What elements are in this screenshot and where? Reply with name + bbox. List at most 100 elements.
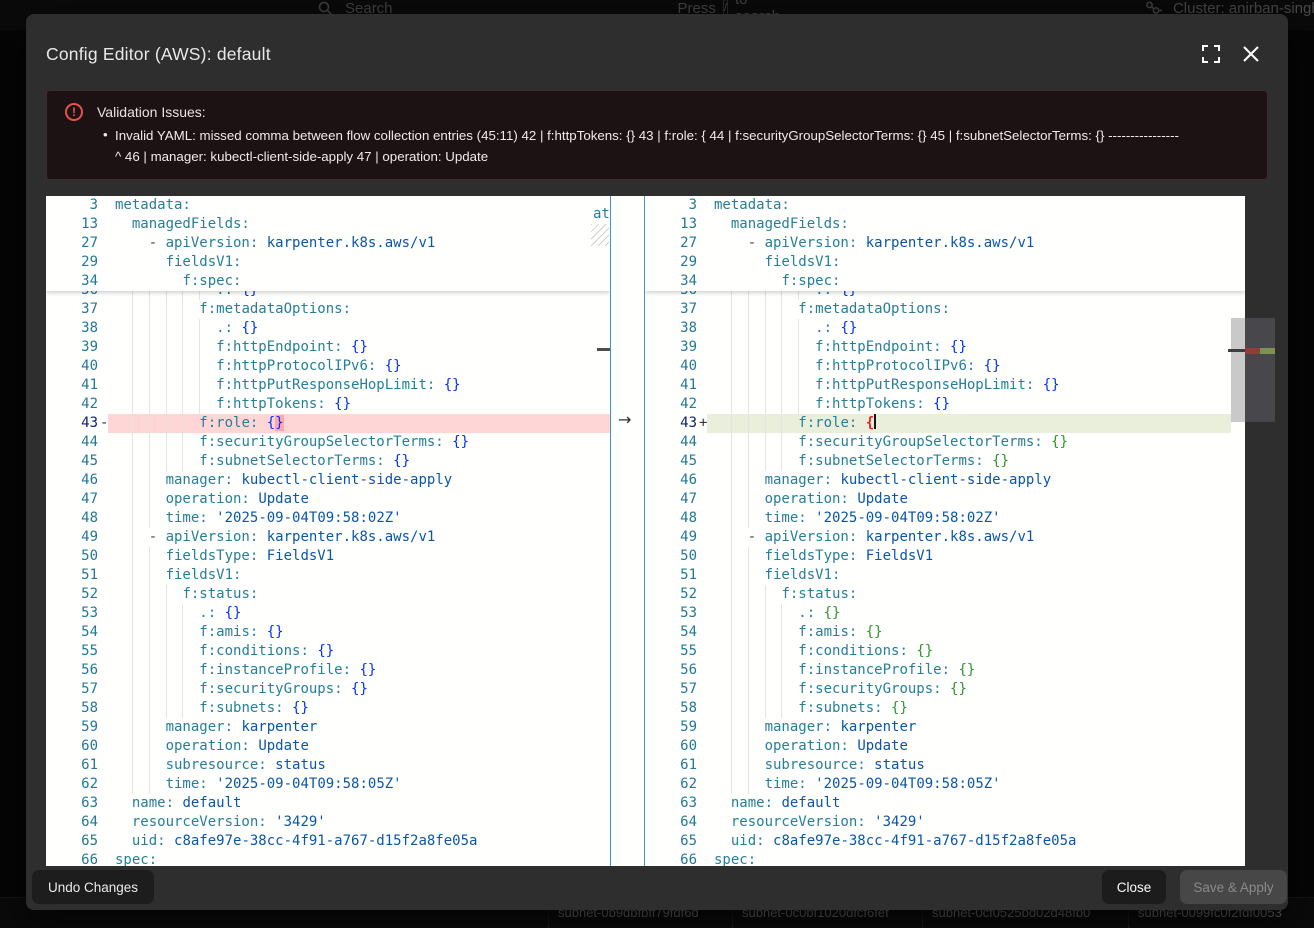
code-line: 47 operation: Update: [46, 490, 610, 509]
code-line: 64 resourceVersion: '3429': [645, 813, 1245, 832]
code-line: 49 - apiVersion: karpenter.k8s.aws/v1: [46, 528, 610, 547]
config-editor-dialog: Config Editor (AWS): default ! Validatio…: [26, 14, 1288, 910]
code-line: 47 operation: Update: [645, 490, 1245, 509]
revert-change-arrow-button[interactable]: →: [618, 410, 631, 429]
code-line: 55 f:conditions: {}: [645, 642, 1245, 661]
diff-editor: 36 .: {}37 f:metadataOptions:38 .: {}39 …: [46, 196, 1275, 866]
fullscreen-icon: [1202, 45, 1220, 63]
code-line: 63 name: default: [46, 794, 610, 813]
sticky-scroll-header: 3metadata:13 managedFields:27 - apiVersi…: [645, 196, 1245, 291]
modified-editor-pane[interactable]: 36 .: {}37 f:metadataOptions:38 .: {}39 …: [645, 196, 1245, 866]
text-cursor: [874, 414, 876, 429]
bullet-marker: •: [103, 127, 108, 142]
fullscreen-button[interactable]: [1198, 41, 1224, 67]
error-icon: !: [65, 103, 83, 121]
code-line: 61 subresource: status: [46, 756, 610, 775]
code-line: 50 fieldsType: FieldsV1: [46, 547, 610, 566]
validation-title: Validation Issues:: [97, 104, 206, 120]
code-line: 53 .: {}: [645, 604, 1245, 623]
code-line: 64 resourceVersion: '3429': [46, 813, 610, 832]
overview-deleted-mark: [597, 348, 610, 351]
code-line: 41 f:httpPutResponseHopLimit: {}: [645, 376, 1245, 395]
code-line: 59 manager: karpenter: [46, 718, 610, 737]
code-line: 56 f:instanceProfile: {}: [645, 661, 1245, 680]
original-editor-pane[interactable]: 36 .: {}37 f:metadataOptions:38 .: {}39 …: [46, 196, 610, 866]
code-line: 58 f:subnets: {}: [645, 699, 1245, 718]
code-line: 44 f:securityGroupSelectorTerms: {}: [645, 433, 1245, 452]
save-apply-button[interactable]: Save & Apply: [1180, 870, 1287, 904]
code-line: 38 .: {}: [645, 319, 1245, 338]
code-line: 49 - apiVersion: karpenter.k8s.aws/v1: [645, 528, 1245, 547]
code-line: 37 f:metadataOptions:: [645, 300, 1245, 319]
sticky-scroll-header: 3metadata:13 managedFields:27 - apiVersi…: [46, 196, 610, 291]
code-line: 42 f:httpTokens: {}: [46, 395, 610, 414]
code-line: 13 managedFields:: [645, 215, 1245, 234]
code-line: 37 f:metadataOptions:: [46, 300, 610, 319]
code-line: 59 manager: karpenter: [645, 718, 1245, 737]
code-line: 27 - apiVersion: karpenter.k8s.aws/v1: [645, 234, 1245, 253]
code-line: 43- f:role: {}: [46, 414, 610, 433]
code-line: 60 operation: Update: [645, 737, 1245, 756]
code-line: 63 name: default: [645, 794, 1245, 813]
code-line: 60 operation: Update: [46, 737, 610, 756]
modified-code-lines: 36 .: {}37 f:metadataOptions:38 .: {}39 …: [645, 281, 1245, 866]
code-line: 40 f:httpProtocolIPv6: {}: [645, 357, 1245, 376]
code-line: 48 time: '2025-09-04T09:58:02Z': [46, 509, 610, 528]
close-icon: [1243, 46, 1259, 62]
overview-deletion-marker: [1245, 348, 1260, 354]
vertical-scrollbar-slider[interactable]: [1231, 318, 1245, 422]
code-line: 57 f:securityGroups: {}: [645, 680, 1245, 699]
close-dialog-button[interactable]: Close: [1102, 870, 1166, 904]
code-line: 57 f:securityGroups: {}: [46, 680, 610, 699]
code-line: 34 f:spec:: [645, 272, 1245, 291]
code-line: 27 - apiVersion: karpenter.k8s.aws/v1: [46, 234, 610, 253]
code-line: 66spec:: [46, 851, 610, 866]
code-line: 54 f:amis: {}: [645, 623, 1245, 642]
code-line: 43+ f:role: {: [645, 414, 1245, 433]
code-line: 44 f:securityGroupSelectorTerms: {}: [46, 433, 610, 452]
code-line: 53 .: {}: [46, 604, 610, 623]
diff-splitter[interactable]: →: [610, 196, 645, 866]
code-line: 55 f:conditions: {}: [46, 642, 610, 661]
code-line: 13 managedFields:: [46, 215, 610, 234]
code-line: 52 f:status:: [645, 585, 1245, 604]
code-line: 39 f:httpEndpoint: {}: [645, 338, 1245, 357]
undo-changes-button[interactable]: Undo Changes: [32, 870, 154, 904]
diff-overview-ruler[interactable]: [1245, 318, 1275, 422]
code-line: 62 time: '2025-09-04T09:58:05Z': [46, 775, 610, 794]
validation-message: Invalid YAML: missed comma between flow …: [115, 125, 1255, 167]
code-line: 3metadata:: [645, 196, 1245, 215]
overview-deleted-mark: [1228, 349, 1245, 352]
code-line: 45 f:subnetSelectorTerms: {}: [645, 452, 1245, 471]
code-line: 29 fieldsV1:: [645, 253, 1245, 272]
validation-banner: ! Validation Issues: • Invalid YAML: mis…: [46, 90, 1268, 180]
code-line: 3metadata:: [46, 196, 610, 215]
code-line: 42 f:httpTokens: {}: [645, 395, 1245, 414]
code-line: 65 uid: c8afe97e-38cc-4f91-a767-d15f2a8f…: [46, 832, 610, 851]
overview-addition-marker: [1260, 348, 1275, 354]
close-button[interactable]: [1238, 41, 1264, 67]
code-line: 40 f:httpProtocolIPv6: {}: [46, 357, 610, 376]
code-line: 65 uid: c8afe97e-38cc-4f91-a767-d15f2a8f…: [645, 832, 1245, 851]
code-line: 58 f:subnets: {}: [46, 699, 610, 718]
code-line: 29 fieldsV1:: [46, 253, 610, 272]
code-line: 46 manager: kubectl-client-side-apply: [46, 471, 610, 490]
code-line: 56 f:instanceProfile: {}: [46, 661, 610, 680]
code-line: 62 time: '2025-09-04T09:58:05Z': [645, 775, 1245, 794]
validation-message-line2: ^ 46 | manager: kubectl-client-side-appl…: [115, 146, 1255, 167]
original-code-lines: 36 .: {}37 f:metadataOptions:38 .: {}39 …: [46, 281, 610, 866]
code-line: 39 f:httpEndpoint: {}: [46, 338, 610, 357]
code-line: 38 .: {}: [46, 319, 610, 338]
validation-message-line1: Invalid YAML: missed comma between flow …: [115, 125, 1255, 146]
code-line: 54 f:amis: {}: [46, 623, 610, 642]
dialog-title: Config Editor (AWS): default: [46, 44, 271, 65]
code-line: 34 f:spec:: [46, 272, 610, 291]
code-line: 50 fieldsType: FieldsV1: [645, 547, 1245, 566]
code-line: 41 f:httpPutResponseHopLimit: {}: [46, 376, 610, 395]
code-line: 48 time: '2025-09-04T09:58:02Z': [645, 509, 1245, 528]
code-line: 52 f:status:: [46, 585, 610, 604]
code-line: 61 subresource: status: [645, 756, 1245, 775]
viewport-indicator-hatch: [591, 224, 609, 246]
code-line: 46 manager: kubectl-client-side-apply: [645, 471, 1245, 490]
code-line: 66spec:: [645, 851, 1245, 866]
